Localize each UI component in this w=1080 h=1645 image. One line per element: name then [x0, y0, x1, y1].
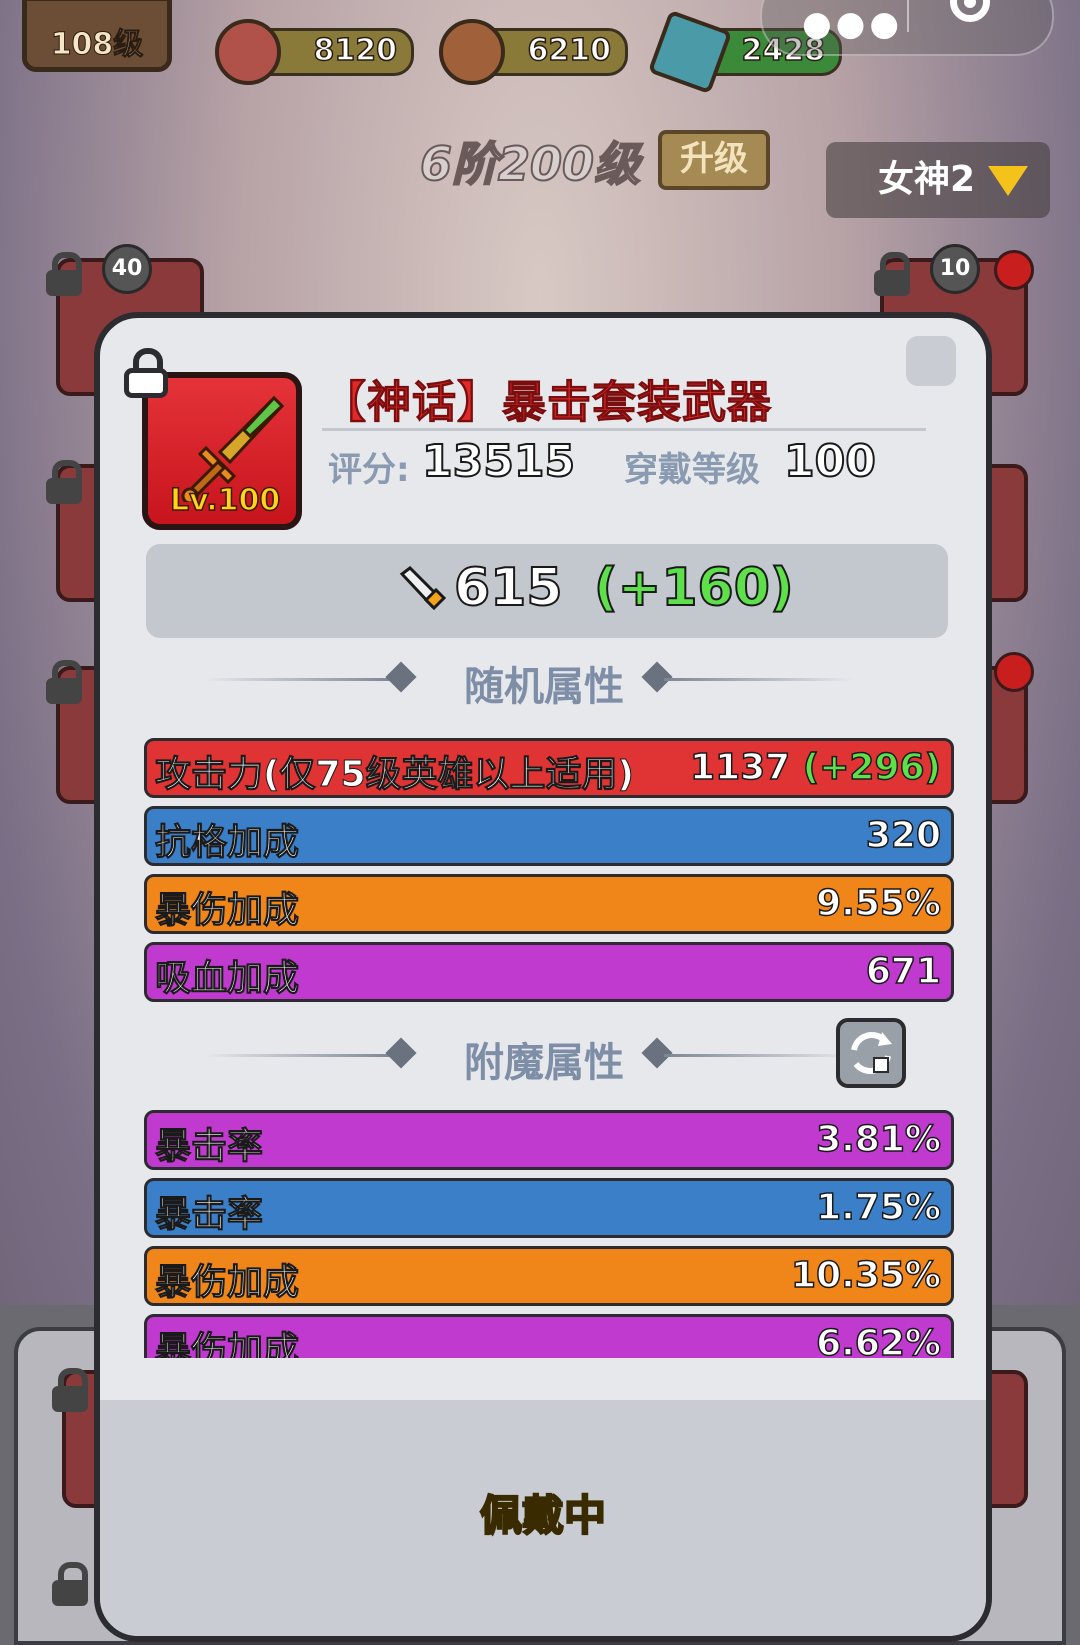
modal-footer: 佩戴中: [100, 1400, 986, 1636]
wear-level-label: 穿戴等级: [624, 450, 760, 490]
meat-icon: [215, 19, 281, 85]
stat-value: 320: [865, 814, 942, 857]
lock-icon: [44, 660, 84, 704]
stat-name: 攻击力(仅75级英雄以上适用): [154, 754, 635, 796]
lock-icon: [872, 252, 912, 296]
score-value: 13515: [421, 435, 576, 488]
diamond-icon: [385, 1037, 417, 1069]
wood-log-icon: [439, 19, 505, 85]
dropdown-arrow-icon: [988, 166, 1028, 196]
base-attack-box: 615 (+160): [146, 544, 948, 638]
wear-level-value: 100: [783, 435, 877, 488]
close-button[interactable]: [906, 336, 956, 386]
stat-name: 吸血加成: [154, 958, 300, 1000]
upgrade-button[interactable]: 升级: [658, 130, 770, 190]
item-name: 【神话】暴击套装武器: [322, 377, 772, 429]
goddess-select-label: 女神2: [878, 159, 976, 200]
attack-value: 615: [453, 557, 564, 619]
stat-value: 3.81%: [815, 1118, 941, 1161]
stat-value: 9.55%: [815, 882, 941, 925]
more-dots-icon[interactable]: ●●●: [802, 4, 903, 44]
reroll-enchant-button[interactable]: [836, 1018, 906, 1088]
stat-row: 暴击率 1.75%: [144, 1178, 954, 1238]
item-level: Lv.100: [169, 482, 281, 519]
divider: [204, 1054, 394, 1057]
stat-name: 暴击率: [154, 1194, 264, 1236]
lock-icon: [44, 460, 84, 504]
stat-name: 暴击率: [154, 1126, 264, 1168]
divider: [204, 678, 394, 681]
enchant-attributes-title: 附魔属性: [464, 1040, 624, 1086]
player-level-badge[interactable]: 108级: [22, 0, 172, 72]
refresh-icon: [851, 1032, 892, 1074]
sword-icon: [399, 566, 446, 611]
stat-name: 暴伤加成: [154, 1330, 300, 1359]
lock-icon: [44, 252, 84, 296]
stat-row: 抗格加成 320: [144, 806, 954, 866]
notification-dot: [994, 250, 1034, 290]
stat-value: 6.62%: [815, 1322, 941, 1358]
item-detail-modal: Lv.100 【神话】暴击套装武器 评分: 13515 穿戴等级 100 615…: [94, 312, 992, 1642]
divider: [664, 1054, 854, 1057]
stat-row: 吸血加成 671: [144, 942, 954, 1002]
stat-name: 暴伤加成: [154, 1262, 300, 1304]
score-label: 评分:: [328, 450, 410, 490]
lock-icon[interactable]: [122, 348, 170, 400]
resource-meat-value: 8120: [313, 32, 398, 69]
stat-row: 攻击力(仅75级英雄以上适用) 1137 (+296): [144, 738, 954, 798]
stat-row: 暴伤加成 6.62%: [144, 1314, 954, 1358]
goddess-select[interactable]: 女神2: [826, 142, 1050, 218]
stat-value: 10.35%: [790, 1254, 941, 1297]
random-attributes-header: 随机属性: [100, 654, 986, 710]
stat-value: 671: [865, 950, 942, 993]
stat-row: 暴伤加成 10.35%: [144, 1246, 954, 1306]
random-attributes-title: 随机属性: [464, 664, 624, 710]
divider: [322, 428, 926, 431]
stat-row: 暴击率 3.81%: [144, 1110, 954, 1170]
close-target-icon[interactable]: [950, 0, 990, 22]
player-level: 108级: [50, 27, 144, 63]
slot-level-badge: 10: [930, 244, 980, 294]
lock-icon: [50, 1368, 90, 1412]
equipped-status: 佩戴中: [479, 1490, 607, 1541]
slot-level-badge: 40: [102, 244, 152, 294]
miniprogram-capsule: ●●●: [760, 0, 1054, 56]
attack-bonus: (+160): [593, 557, 795, 619]
stat-bonus: (+296): [802, 746, 942, 789]
divider: [664, 678, 854, 681]
capsule-divider: [907, 0, 909, 32]
stat-value: 1.75%: [815, 1186, 941, 1229]
stage-level: 6阶200级: [419, 136, 641, 192]
diamond-icon: [385, 661, 417, 693]
lock-icon: [50, 1562, 90, 1606]
stat-name: 抗格加成: [154, 822, 300, 864]
stat-value: 1137 (+296): [689, 746, 942, 789]
stat-row: 暴伤加成 9.55%: [144, 874, 954, 934]
resource-wood: 6210: [439, 19, 628, 85]
stat-name: 暴伤加成: [154, 890, 300, 932]
resource-wood-value: 6210: [527, 32, 612, 69]
notification-dot: [994, 652, 1034, 692]
resource-meat: 8120: [215, 19, 414, 85]
